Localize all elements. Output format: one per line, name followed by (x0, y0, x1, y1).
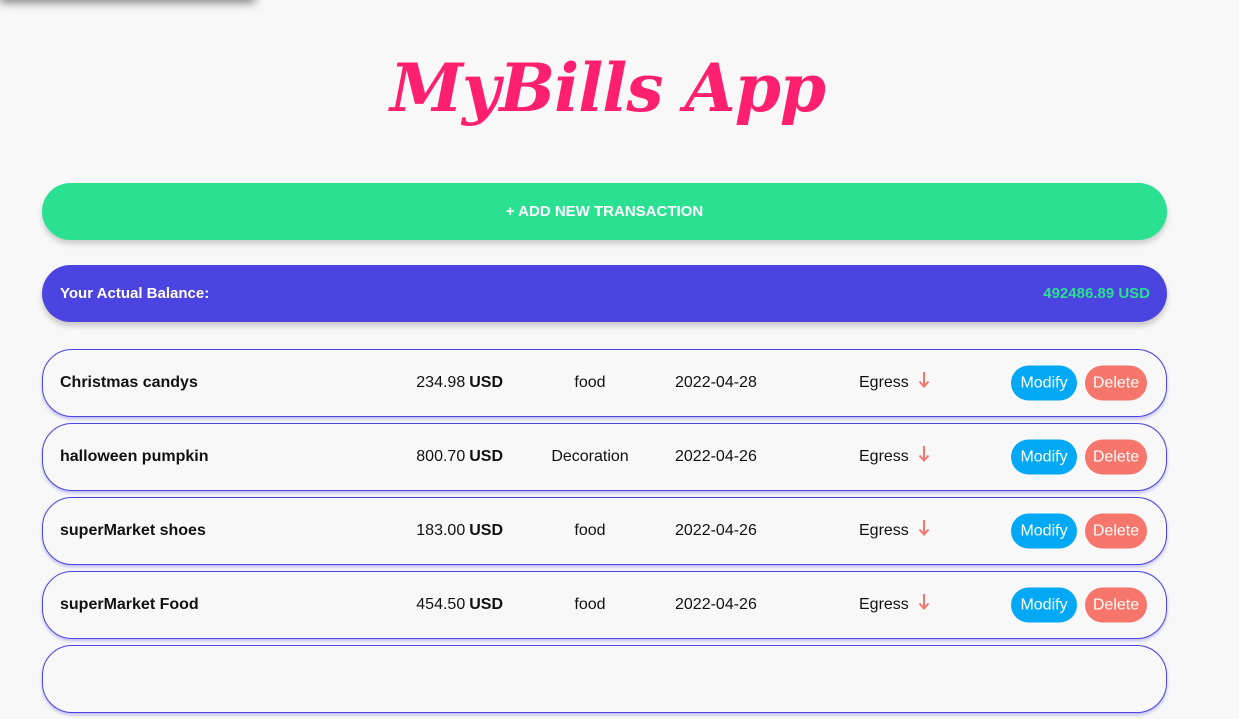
transaction-row: superMarket shoes 183.00 USD food 2022-04… (42, 497, 1167, 565)
transaction-category: food (574, 522, 606, 539)
balance-label: Your Actual Balance: (60, 285, 210, 302)
arrow-down-icon (918, 594, 930, 610)
balance-bar: Your Actual Balance: 492486.89 USD (42, 265, 1167, 322)
modify-button[interactable]: Modify (1011, 439, 1077, 475)
transaction-name: Christmas candys (60, 374, 198, 391)
transaction-type: Egress (859, 522, 909, 539)
delete-button[interactable]: Delete (1085, 365, 1147, 401)
delete-button[interactable]: Delete (1085, 587, 1147, 623)
transaction-amount: 183.00 USD (416, 522, 503, 540)
transaction-type: Egress (859, 448, 909, 465)
transaction-row-partial (42, 645, 1167, 713)
amount-currency: USD (469, 596, 503, 613)
transaction-date: 2022-04-26 (675, 522, 757, 539)
transaction-category: food (574, 596, 606, 613)
transaction-list: Christmas candys 234.98 USD food 2022-04-… (42, 349, 1167, 719)
transaction-date: 2022-04-28 (675, 374, 757, 391)
transaction-amount: 234.98 USD (416, 374, 503, 392)
transaction-category: Decoration (551, 448, 629, 465)
transaction-type: Egress (859, 374, 909, 391)
modify-button[interactable]: Modify (1011, 513, 1077, 549)
arrow-down-icon (918, 372, 930, 388)
transaction-name: halloween pumpkin (60, 448, 209, 465)
arrow-down-icon (918, 446, 930, 462)
transaction-row: Christmas candys 234.98 USD food 2022-04-… (42, 349, 1167, 417)
arrow-down-icon (918, 520, 930, 536)
modify-button[interactable]: Modify (1011, 587, 1077, 623)
app-title: MyBills App (389, 49, 826, 127)
transaction-date: 2022-04-26 (675, 448, 757, 465)
delete-button[interactable]: Delete (1085, 439, 1147, 475)
delete-button[interactable]: Delete (1085, 513, 1147, 549)
amount-value: 183.00 (416, 522, 466, 539)
transaction-category: food (574, 374, 606, 391)
amount-currency: USD (469, 374, 503, 391)
transaction-name: superMarket Food (60, 596, 199, 613)
amount-value: 800.70 (416, 448, 466, 465)
balance-amount: 492486.89 USD (1043, 285, 1150, 302)
transaction-amount: 454.50 USD (416, 596, 503, 614)
amount-value: 234.98 (416, 374, 466, 391)
transaction-row: halloween pumpkin 800.70 USD Decoration 2… (42, 423, 1167, 491)
amount-value: 454.50 (416, 596, 466, 613)
amount-currency: USD (469, 448, 503, 465)
amount-currency: USD (469, 522, 503, 539)
transaction-row: superMarket Food 454.50 USD food 2022-04-… (42, 571, 1167, 639)
transaction-name: superMarket shoes (60, 522, 206, 539)
transaction-date: 2022-04-26 (675, 596, 757, 613)
add-transaction-button[interactable]: + ADD NEW TRANSACTION (42, 183, 1167, 240)
transaction-amount: 800.70 USD (416, 448, 503, 466)
modify-button[interactable]: Modify (1011, 365, 1077, 401)
transaction-type: Egress (859, 596, 909, 613)
